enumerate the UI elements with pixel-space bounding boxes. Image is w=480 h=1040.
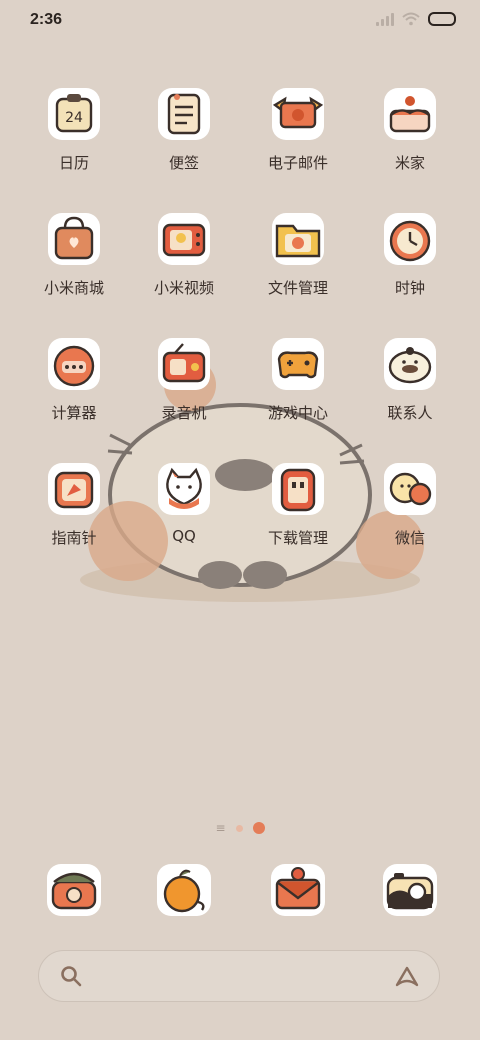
dock-messages[interactable] [128, 860, 240, 920]
app-8[interactable]: 时钟 [354, 210, 466, 298]
page-dot[interactable] [235, 824, 243, 832]
app-5[interactable]: 小米商城 [18, 210, 130, 298]
wifi-icon [402, 12, 420, 26]
app-label: 微信 [394, 529, 425, 547]
app-label: 时钟 [394, 279, 425, 297]
app-label: 便签 [168, 154, 199, 172]
app-label: 日历 [58, 154, 89, 172]
battery-icon [428, 12, 456, 26]
cat-qq-icon [155, 460, 213, 518]
signal-icon [376, 12, 394, 26]
tv-icon [155, 210, 213, 268]
folder-icon [269, 210, 327, 268]
app-4[interactable]: 米家 [354, 85, 466, 173]
phone-icon [44, 860, 104, 920]
app-label: 计算器 [51, 404, 97, 422]
app-label: 文件管理 [267, 279, 328, 297]
calculator-icon [45, 335, 103, 393]
app-label: 指南针 [51, 529, 97, 547]
app-3[interactable]: 电子邮件 [242, 85, 354, 173]
dock-camera[interactable] [354, 860, 466, 920]
dock [0, 860, 480, 930]
app-7[interactable]: 文件管理 [242, 210, 354, 298]
status-bar: 2:36 [0, 0, 480, 42]
app-12[interactable]: 联系人 [354, 335, 466, 423]
app-label: 电子邮件 [267, 154, 328, 172]
radio-icon [155, 335, 213, 393]
page-indicator[interactable]: ≡ [0, 822, 480, 834]
status-time: 2:36 [30, 11, 63, 28]
clock-icon [381, 210, 439, 268]
notes-icon [155, 85, 213, 143]
calendar-icon: 24 [45, 85, 103, 143]
app-label: QQ [172, 527, 196, 545]
app-11[interactable]: 游戏中心 [242, 335, 354, 423]
camera-icon [380, 860, 440, 920]
app-9[interactable]: 计算器 [18, 335, 130, 423]
contacts-bird-icon [381, 335, 439, 393]
orange-messages-icon [154, 860, 214, 920]
app-10[interactable]: 录音机 [128, 335, 240, 423]
app-label: 下载管理 [267, 529, 328, 547]
gamepad-icon [269, 335, 327, 393]
app-label: 小米商城 [43, 279, 104, 297]
page-dot-active[interactable] [252, 822, 265, 834]
svg-text:24: 24 [65, 110, 83, 126]
app-label: 米家 [394, 154, 425, 172]
search-bar[interactable] [38, 950, 440, 1002]
app-13[interactable]: 指南针 [18, 460, 130, 548]
app-15[interactable]: 下载管理 [242, 460, 354, 548]
email-icon [269, 85, 327, 143]
chat-fruit-icon [381, 460, 439, 518]
app-label: 小米视频 [153, 279, 214, 297]
status-icons [376, 12, 456, 26]
app-1[interactable]: 24 日历 [18, 85, 130, 173]
search-icon [61, 966, 82, 987]
cake-home-icon [381, 85, 439, 143]
download-icon [269, 460, 327, 518]
app-label: 游戏中心 [267, 404, 328, 422]
compass-icon [45, 460, 103, 518]
shopping-bag-icon [45, 210, 103, 268]
menu-lines-icon: ≡ [215, 821, 226, 835]
app-label: 录音机 [161, 404, 207, 422]
app-14[interactable]: QQ [128, 460, 240, 545]
app-6[interactable]: 小米视频 [128, 210, 240, 298]
app-label: 联系人 [387, 404, 433, 422]
dock-phone[interactable] [18, 860, 130, 920]
assistant-icon[interactable] [393, 963, 421, 991]
envelope-browser-icon [268, 860, 328, 920]
app-2[interactable]: 便签 [128, 85, 240, 173]
app-16[interactable]: 微信 [354, 460, 466, 548]
dock-browser[interactable] [242, 860, 354, 920]
